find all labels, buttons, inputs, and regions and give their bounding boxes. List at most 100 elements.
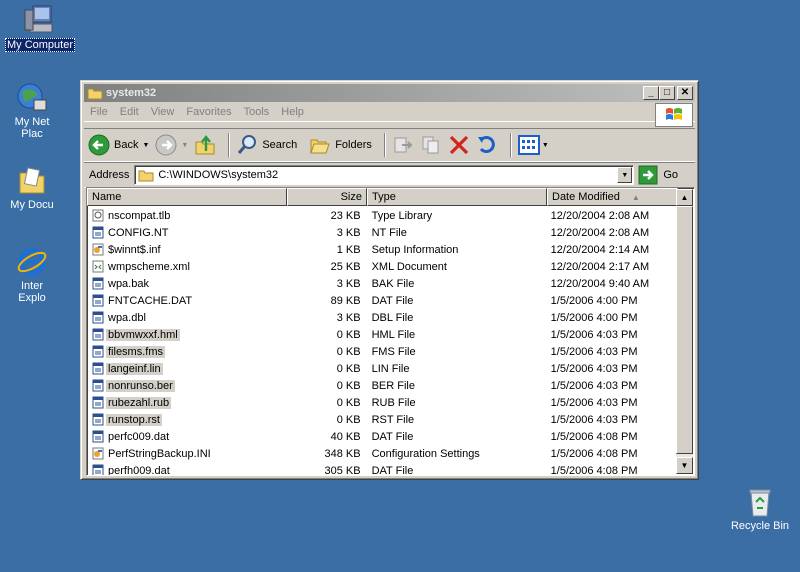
file-row[interactable]: $winnt$.inf 1 KB Setup Information 12/20/20… (88, 241, 676, 258)
column-header-type[interactable]: Type (367, 188, 547, 206)
file-name: perfc009.dat (108, 430, 170, 443)
file-name-cell[interactable]: perfh009.dat (88, 464, 287, 475)
column-header-name[interactable]: Name (87, 188, 287, 206)
file-name-cell[interactable]: filesms.fms (88, 345, 287, 358)
file-name-cell[interactable]: $winnt$.inf (88, 243, 287, 256)
file-row[interactable]: perfh009.dat 305 KB DAT File 1/5/2006 4:08 … (88, 462, 676, 475)
desktop-icon-network[interactable]: My Net Plac (0, 82, 70, 140)
file-name-cell[interactable]: wpa.dbl (88, 311, 287, 324)
address-input[interactable]: C:\WINDOWS\system32 ▼ (134, 165, 635, 185)
file-name-cell[interactable]: wmpscheme.xml (88, 260, 287, 273)
desktop-icon-my-documents[interactable]: My Docu (0, 165, 70, 211)
file-name-cell[interactable]: rubezahl.rub (88, 396, 287, 409)
window-title: system32 (106, 87, 157, 99)
desktop-icon-label: My Computer (4, 38, 76, 52)
copy-to-icon (422, 136, 439, 154)
file-date-modified: 1/5/2006 4:00 PM (550, 294, 638, 307)
menu-file[interactable]: File (84, 106, 114, 118)
file-name-cell[interactable]: bbvmwxxf.hml (88, 328, 287, 341)
folder-icon (87, 88, 103, 100)
file-row[interactable]: langeinf.lin 0 KB LIN File 1/5/2006 4:03 PM (88, 360, 676, 377)
file-row[interactable]: PerfStringBackup.INI 348 KB Configuration … (88, 445, 676, 462)
toolbar-separator (383, 133, 386, 157)
file-name: langeinf.lin (106, 362, 163, 375)
chevron-down-icon[interactable]: ▼ (181, 142, 188, 149)
file-date-modified: 1/5/2006 4:03 PM (550, 345, 638, 358)
search-button[interactable]: Search (236, 134, 297, 156)
desktop-icon-my-computer[interactable]: My Computer (2, 4, 78, 52)
move-to-button[interactable] (392, 134, 414, 156)
recycle-bin-icon (749, 489, 771, 517)
desktop-icon-label: My Docu (10, 199, 54, 211)
file-name-cell[interactable]: runstop.rst (88, 413, 287, 426)
file-row[interactable]: wpa.bak 3 KB BAK File 12/20/2004 9:40 AM (88, 275, 676, 292)
file-name-cell[interactable]: perfc009.dat (88, 430, 287, 443)
column-header-size[interactable]: Size (287, 188, 367, 206)
back-button[interactable]: Back ▼ (88, 134, 149, 156)
desktop-icon-recycle-bin[interactable]: Recycle Bin (722, 486, 798, 532)
chevron-down-icon[interactable]: ▼ (542, 142, 549, 149)
network-places-icon (17, 83, 47, 111)
go-button[interactable]: Go (638, 165, 678, 185)
file-name: FNTCACHE.DAT (108, 294, 193, 307)
minimize-button[interactable]: _ (643, 86, 659, 100)
file-name-cell[interactable]: PerfStringBackup.INI (88, 447, 287, 460)
views-button[interactable]: ▼ (517, 135, 549, 155)
file-icon (92, 345, 104, 358)
delete-button[interactable] (448, 134, 470, 156)
address-dropdown-button[interactable]: ▼ (617, 167, 633, 183)
file-name-cell[interactable]: FNTCACHE.DAT (88, 294, 287, 307)
file-size: 0 KB (336, 345, 361, 358)
menu-favorites[interactable]: Favorites (180, 106, 237, 118)
file-size: 1 KB (336, 243, 361, 256)
file-name-cell[interactable]: langeinf.lin (88, 362, 287, 375)
vertical-scrollbar[interactable]: ▲ ▼ (676, 189, 693, 474)
file-name-cell[interactable]: nonrunso.ber (88, 379, 287, 392)
scroll-thumb[interactable] (676, 206, 693, 454)
file-name: nonrunso.ber (106, 379, 175, 392)
menu-help[interactable]: Help (275, 106, 310, 118)
file-row[interactable]: nonrunso.ber 0 KB BER File 1/5/2006 4:03 PM (88, 377, 676, 394)
file-icon (92, 226, 104, 239)
file-row[interactable]: CONFIG.NT 3 KB NT File 12/20/2004 2:08 AM (88, 224, 676, 241)
file-icon (92, 430, 104, 443)
menu-view[interactable]: View (145, 106, 181, 118)
scroll-up-button[interactable]: ▲ (676, 189, 693, 206)
chevron-down-icon[interactable]: ▼ (142, 142, 149, 149)
copy-to-button[interactable] (420, 134, 442, 156)
undo-button[interactable] (476, 134, 498, 156)
file-date-modified: 1/5/2006 4:08 PM (550, 430, 638, 443)
file-name-cell[interactable]: CONFIG.NT (88, 226, 287, 239)
file-row[interactable]: FNTCACHE.DAT 89 KB DAT File 1/5/2006 4:00 P… (88, 292, 676, 309)
column-header-date-modified[interactable]: Date Modified ▲ (547, 188, 678, 206)
minimize-icon: _ (648, 87, 654, 98)
scroll-down-button[interactable]: ▼ (676, 457, 693, 474)
file-row[interactable]: wpa.dbl 3 KB DBL File 1/5/2006 4:00 PM (88, 309, 676, 326)
chevron-down-icon: ▼ (621, 171, 629, 179)
file-name-cell[interactable]: nscompat.tlb (88, 209, 287, 222)
forward-button[interactable]: ▼ (155, 134, 188, 156)
desktop-icon-internet-explorer[interactable]: Inter Explo (0, 246, 70, 304)
file-row[interactable]: nscompat.tlb 23 KB Type Library 12/20/2004 … (88, 207, 676, 224)
title-bar[interactable]: system32 _ □ ✕ (84, 84, 695, 102)
file-row[interactable]: bbvmwxxf.hml 0 KB HML File 1/5/2006 4:03 PM (88, 326, 676, 343)
menu-edit[interactable]: Edit (114, 106, 145, 118)
address-label: Address (89, 169, 130, 181)
menu-tools[interactable]: Tools (238, 106, 276, 118)
file-name: rubezahl.rub (106, 396, 172, 409)
maximize-button[interactable]: □ (659, 86, 675, 100)
file-row[interactable]: wmpscheme.xml 25 KB XML Document 12/20/2004… (88, 258, 676, 275)
file-size: 89 KB (330, 294, 361, 307)
file-size: 0 KB (336, 362, 361, 375)
up-folder-button[interactable] (194, 134, 216, 156)
file-name-cell[interactable]: wpa.bak (88, 277, 287, 290)
file-list[interactable]: Name Size Type Date Modified ▲ nscompat.t… (86, 187, 695, 476)
folders-button[interactable]: Folders (309, 134, 372, 156)
file-row[interactable]: runstop.rst 0 KB RST File 1/5/2006 4:03 PM (88, 411, 676, 428)
close-button[interactable]: ✕ (677, 86, 693, 100)
file-row[interactable]: filesms.fms 0 KB FMS File 1/5/2006 4:03 PM (88, 343, 676, 360)
file-row[interactable]: rubezahl.rub 0 KB RUB File 1/5/2006 4:03 PM (88, 394, 676, 411)
file-type: DBL File (371, 311, 414, 324)
back-label: Back (114, 139, 139, 151)
file-row[interactable]: perfc009.dat 40 KB DAT File 1/5/2006 4:08 P… (88, 428, 676, 445)
